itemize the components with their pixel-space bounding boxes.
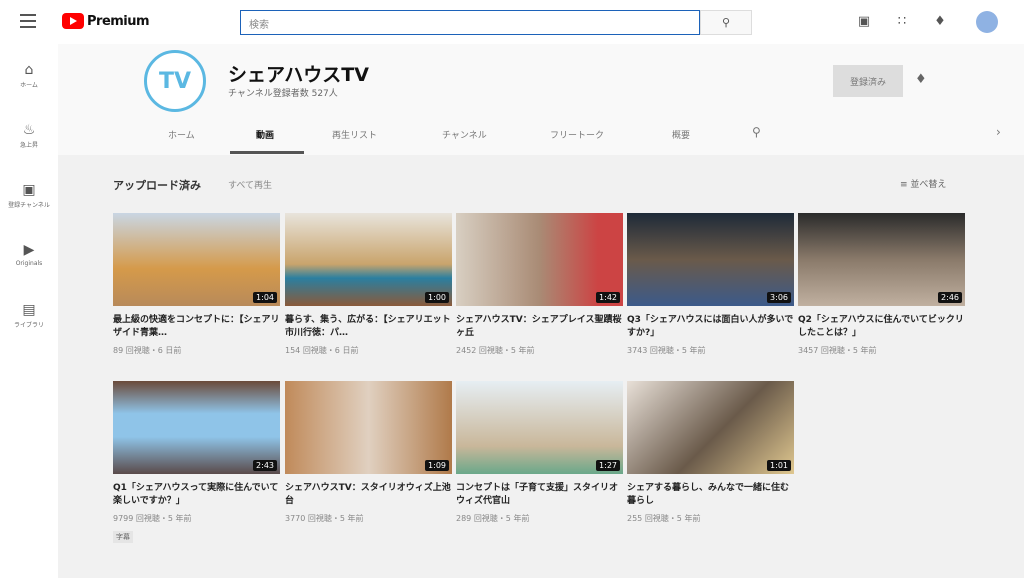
video-card[interactable]: 1:27 コンセプトは「子育て支援」スタイリオウィズ代官山 289 回視聴・5 … — [456, 381, 623, 524]
youtube-play-icon — [62, 13, 84, 29]
video-thumbnail[interactable]: 2:46 — [798, 213, 965, 306]
video-meta: 3770 回視聴・5 年前 — [285, 514, 364, 523]
tab[interactable]: ホーム — [168, 128, 195, 141]
video-title[interactable]: 暮らす、集う、広がる：【シェアリエット市川行徳：パ… — [285, 314, 452, 340]
video-meta: 2452 回視聴・5 年前 — [456, 346, 535, 355]
active-tab-indicator — [230, 151, 304, 154]
video-duration: 2:46 — [938, 292, 962, 303]
tab[interactable]: 再生リスト — [332, 128, 377, 141]
tab[interactable]: 概要 — [672, 128, 690, 141]
search-button[interactable]: ⚲ — [700, 10, 752, 35]
video-duration: 1:04 — [253, 292, 277, 303]
sidebar-icon: ▣ — [22, 182, 36, 198]
sidebar-icon: ♨ — [22, 122, 36, 138]
sidebar-item[interactable]: ▤ ライブラリ — [0, 302, 58, 329]
video-duration: 1:09 — [425, 460, 449, 471]
video-thumbnail[interactable]: 1:42 — [456, 213, 623, 306]
tab[interactable]: チャンネル — [442, 128, 487, 141]
video-meta: 255 回視聴・5 年前 — [627, 514, 701, 523]
video-title[interactable]: シェアする暮らし、みんなで一緒に住む暮らし — [627, 482, 794, 508]
video-thumbnail[interactable]: 1:00 — [285, 213, 452, 306]
video-duration: 1:27 — [596, 460, 620, 471]
video-title[interactable]: シェアハウスTV：スタイリオウィズ上池台 — [285, 482, 452, 508]
video-card[interactable]: 2:46 Q2「シェアハウスに住んでいてビックリしたことは？」 3457 回視聴… — [798, 213, 965, 356]
video-duration: 1:42 — [596, 292, 620, 303]
video-card[interactable]: 1:00 暮らす、集う、広がる：【シェアリエット市川行徳：パ… 154 回視聴・… — [285, 213, 452, 356]
caption-badge: 字幕 — [113, 531, 133, 543]
notification-bell-icon[interactable]: ♦ — [915, 72, 927, 87]
channel-search-icon[interactable]: ⚲ — [752, 125, 761, 139]
video-title[interactable]: Q3「シェアハウスには面白い人が多いですか?」 — [627, 314, 794, 340]
search-icon: ⚲ — [721, 16, 731, 29]
video-meta: 289 回視聴・5 年前 — [456, 514, 530, 523]
avatar[interactable] — [976, 11, 998, 33]
sidebar-icon: ▶ — [23, 242, 35, 258]
video-title[interactable]: 最上級の快適をコンセプトに：【シェアリザイド青葉… — [113, 314, 280, 340]
video-meta: 89 回視聴・6 日前 — [113, 346, 182, 355]
apps-grid-icon[interactable]: ∷ — [894, 14, 910, 30]
subscriber-count: チャンネル登録者数 527人 — [228, 89, 338, 99]
sidebar-item[interactable]: ♨ 急上昇 — [0, 122, 58, 149]
sidebar-item[interactable]: ⌂ ホーム — [0, 62, 58, 89]
video-thumbnail[interactable]: 1:27 — [456, 381, 623, 474]
tab[interactable]: 動画 — [256, 128, 274, 141]
video-title[interactable]: Q2「シェアハウスに住んでいてビックリしたことは？」 — [798, 314, 965, 340]
video-thumbnail[interactable]: 1:01 — [627, 381, 794, 474]
youtube-logo[interactable]: Premium — [62, 13, 150, 29]
video-card[interactable]: 1:04 最上級の快適をコンセプトに：【シェアリザイド青葉… 89 回視聴・6 … — [113, 213, 280, 356]
video-card[interactable]: 3:06 Q3「シェアハウスには面白い人が多いですか?」 3743 回視聴・5 … — [627, 213, 794, 356]
sidebar-item[interactable]: ▣ 登録チャンネル — [0, 182, 58, 209]
sidebar: ⌂ ホーム ♨ 急上昇 ▣ 登録チャンネル ▶ Originals ▤ ライブラリ — [0, 44, 58, 578]
section-title: アップロード済み — [113, 179, 201, 192]
sort-icon: ≡ — [900, 180, 911, 190]
video-card[interactable]: 2:43 Q1「シェアハウスって実際に住んでいて楽しいですか？」 9799 回視… — [113, 381, 280, 543]
sidebar-icon: ⌂ — [24, 62, 34, 78]
video-duration: 3:06 — [767, 292, 791, 303]
video-duration: 1:01 — [767, 460, 791, 471]
create-video-icon[interactable]: ▣ — [856, 14, 872, 30]
channel-header: TV シェアハウスTV チャンネル登録者数 527人 登録済み ♦ ホーム 動画 再… — [58, 44, 1024, 155]
video-thumbnail[interactable]: 3:06 — [627, 213, 794, 306]
video-thumbnail[interactable]: 2:43 — [113, 381, 280, 474]
video-card[interactable]: 1:01 シェアする暮らし、みんなで一緒に住む暮らし 255 回視聴・5 年前 — [627, 381, 794, 524]
chevron-right-icon[interactable]: › — [996, 125, 1001, 139]
video-meta: 3457 回視聴・5 年前 — [798, 346, 877, 355]
play-all-link[interactable]: すべて再生 — [228, 178, 272, 191]
channel-logo: TV — [144, 50, 206, 112]
video-thumbnail[interactable]: 1:09 — [285, 381, 452, 474]
video-title[interactable]: Q1「シェアハウスって実際に住んでいて楽しいですか？」 — [113, 482, 280, 508]
video-thumbnail[interactable]: 1:04 — [113, 213, 280, 306]
video-card[interactable]: 1:09 シェアハウスTV：スタイリオウィズ上池台 3770 回視聴・5 年前 — [285, 381, 452, 524]
video-meta: 9799 回視聴・5 年前 — [113, 514, 192, 523]
subscribe-button[interactable]: 登録済み — [833, 65, 903, 97]
channel-name: シェアハウスTV — [228, 64, 369, 86]
video-title[interactable]: シェアハウスTV：シェアプレイス聖蹟桜ヶ丘 — [456, 314, 623, 340]
video-card[interactable]: 1:42 シェアハウスTV：シェアプレイス聖蹟桜ヶ丘 2452 回視聴・5 年前 — [456, 213, 623, 356]
video-meta: 3743 回視聴・5 年前 — [627, 346, 706, 355]
sort-button[interactable]: ≡ 並べ替え — [900, 177, 946, 190]
notifications-bell-icon[interactable]: ♦ — [932, 14, 948, 30]
tab[interactable]: フリートーク — [550, 128, 604, 141]
video-meta: 154 回視聴・6 日前 — [285, 346, 359, 355]
sidebar-item[interactable]: ▶ Originals — [0, 242, 58, 267]
search-input[interactable]: 検索 — [240, 10, 700, 35]
menu-icon[interactable] — [20, 14, 36, 28]
video-duration: 2:43 — [253, 460, 277, 471]
video-title[interactable]: コンセプトは「子育て支援」スタイリオウィズ代官山 — [456, 482, 623, 508]
video-duration: 1:00 — [425, 292, 449, 303]
sidebar-icon: ▤ — [22, 302, 36, 318]
top-bar: Premium 検索 ⚲ ▣ ∷ ♦ — [0, 0, 1024, 44]
